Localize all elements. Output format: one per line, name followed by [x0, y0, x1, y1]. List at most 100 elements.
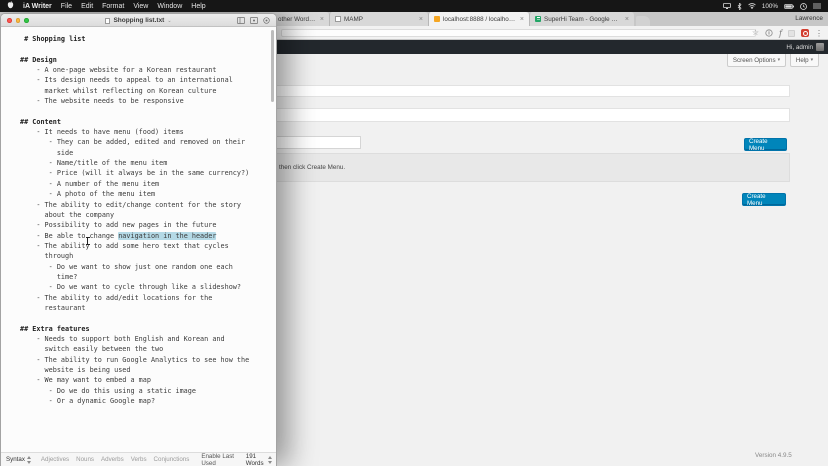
- menubar-item-view[interactable]: View: [133, 3, 148, 10]
- screen: iA Writer File Edit Format View Window Help 1…: [0, 0, 828, 466]
- menubar-app-name[interactable]: iA Writer: [23, 3, 52, 10]
- screen-options-button[interactable]: Screen Options ▾: [727, 54, 786, 67]
- statusbar-item-verbs[interactable]: Verbs: [131, 456, 147, 463]
- statusbar-item-nouns[interactable]: Nouns: [76, 456, 94, 463]
- preview-icon[interactable]: [250, 17, 258, 24]
- editor-heading-line: ## Content: [20, 117, 276, 127]
- menu-name-input[interactable]: [267, 136, 361, 149]
- wp-admin-greeting[interactable]: Hi, admin: [786, 44, 813, 51]
- disabled-extension-icon[interactable]: [788, 30, 795, 37]
- editor-line: - The ability to add some hero text that…: [20, 241, 276, 251]
- syntax-control[interactable]: Syntax: [6, 456, 32, 464]
- editor-line: side: [20, 148, 276, 158]
- menubar-item-help[interactable]: Help: [191, 3, 205, 10]
- statusbar-item-adverbs[interactable]: Adverbs: [101, 456, 124, 463]
- zoom-window-button[interactable]: [24, 18, 29, 23]
- avatar[interactable]: [816, 43, 824, 51]
- wifi-icon[interactable]: [748, 3, 756, 9]
- page-favicon-icon: [335, 16, 341, 22]
- notification-center-icon[interactable]: [813, 3, 821, 9]
- ia-status-bar: Syntax Adjectives Nouns Adverbs Verbs Conjun…: [1, 452, 276, 466]
- browser-tab[interactable]: localhost:8888 / localhost / l×: [428, 12, 529, 26]
- display-icon[interactable]: [723, 3, 731, 9]
- menubar-item-format[interactable]: Format: [102, 3, 124, 10]
- editor-line: - We may want to embed a map: [20, 375, 276, 385]
- menubar-status-area: 100%: [723, 3, 821, 10]
- menubar-item-edit[interactable]: Edit: [81, 3, 93, 10]
- menubar-item-window[interactable]: Window: [157, 3, 182, 10]
- menu-instruction-text: then click Create Menu.: [268, 164, 345, 171]
- pos-items: Adjectives Nouns Adverbs Verbs Conjunctions: [41, 456, 189, 463]
- minimize-window-button[interactable]: [16, 18, 21, 23]
- wp-version-text: Version 4.9.5: [755, 452, 792, 459]
- adblock-shield-icon[interactable]: [801, 29, 809, 37]
- browser-tab[interactable]: MAMP×: [329, 12, 428, 26]
- editor-line: - It needs to have menu (food) items: [20, 127, 276, 137]
- battery-percentage: 100%: [762, 3, 778, 10]
- clock-icon[interactable]: [800, 3, 807, 10]
- text-selection: navigation in the header: [118, 232, 216, 240]
- browser-profile-name[interactable]: Lawrence: [795, 15, 823, 22]
- extension-icon[interactable]: f: [779, 29, 782, 38]
- macos-menubar: iA Writer File Edit Format View Window Help 1…: [0, 0, 828, 12]
- chevron-down-icon: ▾: [778, 57, 781, 63]
- create-menu-button[interactable]: Create Menu: [742, 193, 786, 206]
- browser-menu-icon[interactable]: ⋮: [815, 29, 823, 38]
- close-tab-icon[interactable]: ×: [320, 16, 324, 23]
- editor-line: restaurant: [20, 303, 276, 313]
- menubar-item-file[interactable]: File: [61, 3, 72, 10]
- new-tab-button[interactable]: [636, 16, 650, 26]
- create-menu-button[interactable]: Create Menu: [744, 138, 787, 151]
- screen-options-label: Screen Options: [733, 57, 776, 64]
- editor-line: - Be able to change navigation in the he…: [20, 231, 276, 241]
- close-tab-icon[interactable]: ×: [419, 16, 423, 23]
- editor-line: - A one-page website for a Korean restau…: [20, 65, 276, 75]
- tab-label: other WordPres: [278, 16, 317, 23]
- text-editor[interactable]: # Shopping list ## Design - A one-page w…: [1, 27, 276, 452]
- browser-tab[interactable]: SuperHi Team - Google Sheets×: [529, 12, 634, 26]
- tab-strip-tabs: other WordPres×MAMP×localhost:8888 / loc…: [255, 12, 634, 26]
- statusbar-item-adjectives[interactable]: Adjectives: [41, 456, 69, 463]
- tab-label: MAMP: [344, 16, 416, 23]
- close-tab-icon[interactable]: ×: [625, 16, 629, 23]
- editor-line: - They can be added, edited and removed …: [20, 137, 276, 147]
- editor-line: - A number of the menu item: [20, 179, 276, 189]
- editor-line: [20, 44, 276, 54]
- scrollbar-thumb[interactable]: [271, 30, 274, 102]
- close-tab-icon[interactable]: ×: [520, 16, 524, 23]
- editor-line: - The ability to edit/change content for…: [20, 200, 276, 210]
- editor-line: switch easily between the two: [20, 344, 276, 354]
- help-label: Help: [796, 57, 809, 64]
- document-title[interactable]: Shopping list.txt: [113, 17, 164, 24]
- title-chevron-icon[interactable]: ⌄: [167, 18, 171, 24]
- help-button[interactable]: Help ▾: [790, 54, 819, 67]
- editor-heading-line: ## Design: [20, 55, 276, 65]
- ibeam-cursor: [87, 238, 88, 244]
- bluetooth-icon[interactable]: [737, 3, 742, 10]
- window-title-bar[interactable]: Shopping list.txt ⌄: [1, 14, 276, 27]
- editor-heading-line: ## Extra features: [20, 324, 276, 334]
- apple-icon[interactable]: [7, 1, 14, 11]
- word-count-control[interactable]: 191 Words: [246, 453, 271, 466]
- chevron-down-icon: ▾: [811, 57, 814, 63]
- focus-mode-icon[interactable]: [263, 17, 270, 24]
- wp-nav-tab-bar: [267, 85, 790, 97]
- editor-line: - Possibility to add new pages in the fu…: [20, 220, 276, 230]
- editor-line: - Price (will it always be in the same c…: [20, 168, 276, 178]
- menu-structure-panel: then click Create Menu.: [267, 153, 790, 182]
- enable-last-used-button[interactable]: Enable Last Used: [201, 453, 234, 466]
- close-window-button[interactable]: [7, 18, 12, 23]
- editor-line: about the company: [20, 210, 276, 220]
- bookmark-star-icon[interactable]: ☆: [752, 29, 759, 37]
- editor-line: - Needs to support both English and Kore…: [20, 334, 276, 344]
- battery-icon[interactable]: [784, 4, 794, 9]
- document-icon: [105, 18, 110, 24]
- library-icon[interactable]: [237, 17, 245, 24]
- address-bar[interactable]: [281, 29, 756, 37]
- editor-line: time?: [20, 272, 276, 282]
- editor-line: - Do we want to cycle through like a sli…: [20, 282, 276, 292]
- editor-line: [20, 313, 276, 323]
- statusbar-item-conjunctions[interactable]: Conjunctions: [154, 456, 190, 463]
- editor-line: [20, 106, 276, 116]
- updown-arrows-icon: [27, 456, 32, 464]
